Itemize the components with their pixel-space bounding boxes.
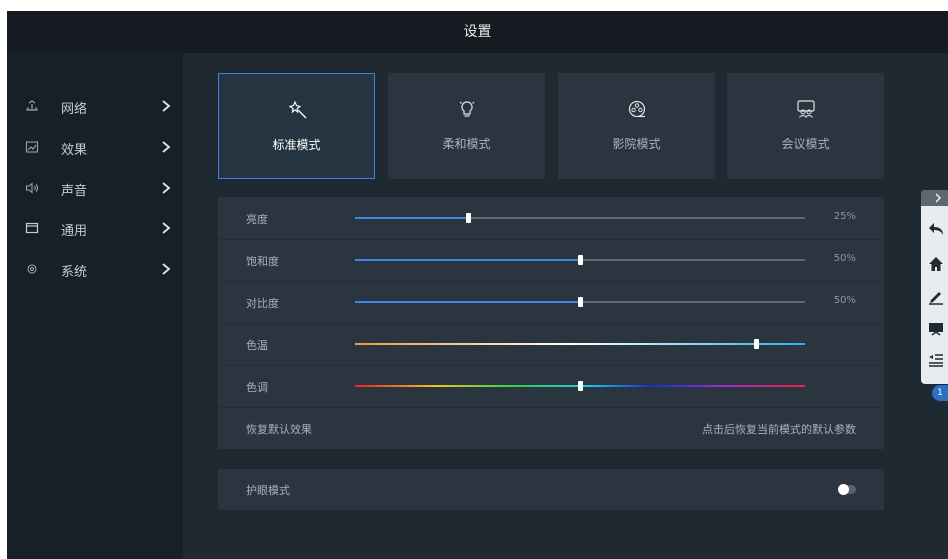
sidebar-item-effects[interactable]: 效果 (7, 128, 183, 168)
floating-toolbar (921, 190, 948, 384)
mode-label: 柔和模式 (442, 137, 491, 151)
contrast-row: 对比度 50% (218, 281, 884, 324)
brightness-value: 25% (833, 211, 856, 222)
adjustment-panel: 亮度 25% 饱和度 50% 对比度 50% 色温 色调 恢复默认效果 点击后恢… (218, 197, 884, 449)
brightness-row: 亮度 25% (218, 197, 884, 240)
whiteboard-icon[interactable] (928, 321, 944, 337)
temperature-row: 色温 (218, 323, 884, 366)
contrast-label: 对比度 (246, 297, 279, 310)
settings-window: 设置 网络 效果 声音 通用 系统 标准模式 柔和模式 影院模式 会议模式 亮度… (7, 11, 948, 559)
contrast-slider-knob[interactable] (578, 297, 583, 307)
meeting-icon (797, 100, 815, 118)
film-reel-icon (628, 100, 646, 118)
temperature-label: 色温 (246, 339, 268, 352)
eye-protection-toggle[interactable] (838, 484, 856, 495)
brightness-label: 亮度 (246, 213, 268, 226)
sidebar-item-label: 效果 (61, 143, 88, 158)
hue-label: 色调 (246, 381, 268, 394)
brightness-slider-knob[interactable] (465, 213, 471, 223)
contrast-slider[interactable] (355, 297, 805, 307)
home-icon[interactable] (928, 256, 944, 272)
saturation-slider[interactable] (355, 255, 805, 265)
brightness-slider[interactable] (355, 213, 805, 223)
reset-row[interactable]: 恢复默认效果 点击后恢复当前模式的默认参数 (218, 407, 884, 449)
sidebar-item-label: 网络 (61, 102, 88, 117)
contrast-value: 50% (833, 295, 856, 306)
chevron-right-icon (162, 182, 171, 194)
network-icon (26, 100, 38, 111)
mode-cinema-card[interactable]: 影院模式 (558, 73, 715, 179)
chevron-right-icon (162, 263, 171, 275)
sidebar-item-label: 声音 (61, 184, 88, 199)
mode-soft-card[interactable]: 柔和模式 (388, 73, 545, 179)
hue-slider-knob[interactable] (578, 381, 583, 391)
mode-label: 影院模式 (612, 137, 661, 151)
chart-icon (25, 141, 39, 153)
lightbulb-icon (459, 101, 475, 117)
brightness-slider-fill (355, 217, 468, 219)
chevron-right-icon (162, 141, 171, 153)
reset-hint: 点击后恢复当前模式的默认参数 (702, 423, 856, 436)
speaker-icon (25, 182, 39, 194)
eye-protection-row: 护眼模式 (218, 469, 884, 510)
back-icon[interactable] (928, 221, 944, 237)
hue-row: 色调 (218, 365, 884, 408)
eye-protection-label: 护眼模式 (246, 484, 290, 497)
title-bar: 设置 (7, 11, 948, 53)
saturation-value: 50% (833, 253, 856, 264)
contrast-slider-fill (355, 301, 580, 303)
sidebar: 网络 效果 声音 通用 系统 (7, 53, 183, 559)
magic-wand-icon (288, 100, 307, 119)
sidebar-item-label: 系统 (61, 265, 88, 280)
notification-badge[interactable]: 1 (932, 385, 948, 401)
window-icon (25, 222, 39, 234)
saturation-slider-knob[interactable] (578, 255, 583, 265)
sidebar-item-sound[interactable]: 声音 (7, 169, 183, 209)
hue-slider[interactable] (355, 381, 805, 391)
sidebar-item-general[interactable]: 通用 (7, 209, 183, 249)
sidebar-item-system[interactable]: 系统 (7, 250, 183, 290)
saturation-label: 饱和度 (246, 255, 279, 268)
window-title: 设置 (463, 24, 492, 40)
temperature-slider-knob[interactable] (753, 339, 759, 349)
mode-standard-card[interactable]: 标准模式 (218, 73, 375, 179)
saturation-slider-fill (355, 259, 580, 261)
toggle-knob (838, 484, 849, 495)
saturation-row: 饱和度 50% (218, 239, 884, 282)
menu-icon[interactable] (928, 352, 944, 368)
mode-meeting-card[interactable]: 会议模式 (727, 73, 884, 179)
chevron-right-icon (162, 100, 171, 112)
mode-label: 标准模式 (272, 138, 321, 152)
mode-label: 会议模式 (781, 137, 830, 151)
pen-icon[interactable] (928, 289, 944, 305)
reset-label: 恢复默认效果 (246, 423, 312, 436)
gear-icon (27, 264, 37, 274)
temperature-slider[interactable] (355, 339, 805, 349)
sidebar-item-network[interactable]: 网络 (7, 87, 183, 127)
sidebar-item-label: 通用 (61, 224, 88, 239)
chevron-right-icon (935, 193, 941, 203)
chevron-right-icon (162, 222, 171, 234)
toolbar-collapse-handle[interactable] (921, 190, 948, 206)
